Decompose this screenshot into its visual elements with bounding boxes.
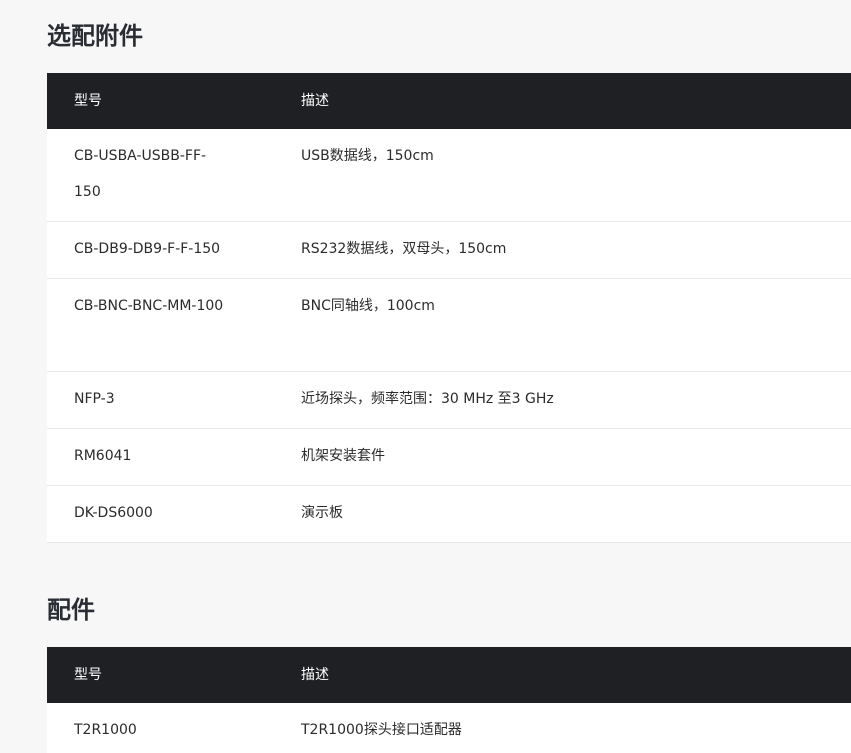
cell-description: USB数据线，150cm — [301, 148, 434, 164]
header-model: 型号 — [74, 667, 102, 683]
table-row: CB-USBA-USBB-FF-150 USB数据线，150cm — [47, 129, 851, 222]
cell-description: BNC同轴线，100cm — [301, 298, 435, 314]
cell-model: RM6041 — [74, 448, 132, 464]
section-title-optional-accessories: 选配附件 — [47, 22, 143, 50]
cell-model: CB-USBA-USBB-FF-150 — [74, 148, 207, 200]
accessories-table: 型号 描述 T2R1000 T2R1000探头接口适配器 — [47, 647, 851, 753]
optional-accessories-table: 型号 描述 CB-USBA-USBB-FF-150 USB数据线，150cm C… — [47, 73, 851, 543]
table-row: RM6041 机架安装套件 — [47, 429, 851, 486]
cell-model: T2R1000 — [74, 722, 137, 738]
table-header: 型号 描述 — [47, 647, 851, 703]
page: 选配附件 型号 描述 CB-USBA-USBB-FF-150 USB数据线，15… — [0, 0, 851, 753]
header-description: 描述 — [301, 667, 329, 683]
cell-description: T2R1000探头接口适配器 — [301, 722, 462, 738]
cell-model: CB-DB9-DB9-F-F-150 — [74, 241, 221, 257]
cell-model: NFP-3 — [74, 391, 115, 407]
table-row: T2R1000 T2R1000探头接口适配器 — [47, 703, 851, 753]
table-header: 型号 描述 — [47, 73, 851, 129]
cell-description: RS232数据线，双母头，150cm — [301, 241, 507, 257]
cell-description: 机架安装套件 — [301, 448, 385, 464]
table-row: CB-BNC-BNC-MM-100 BNC同轴线，100cm — [47, 279, 851, 372]
cell-description: 演示板 — [301, 505, 343, 521]
table-row: NFP-3 近场探头，频率范围：30 MHz 至3 GHz — [47, 372, 851, 429]
cell-model: CB-BNC-BNC-MM-100 — [74, 298, 224, 314]
section-title-accessories: 配件 — [47, 596, 95, 624]
cell-description: 近场探头，频率范围：30 MHz 至3 GHz — [301, 391, 554, 407]
cell-model: DK-DS6000 — [74, 505, 153, 521]
header-description: 描述 — [301, 93, 329, 109]
table-row: DK-DS6000 演示板 — [47, 486, 851, 543]
header-model: 型号 — [74, 93, 102, 109]
table-row: CB-DB9-DB9-F-F-150 RS232数据线，双母头，150cm — [47, 222, 851, 279]
